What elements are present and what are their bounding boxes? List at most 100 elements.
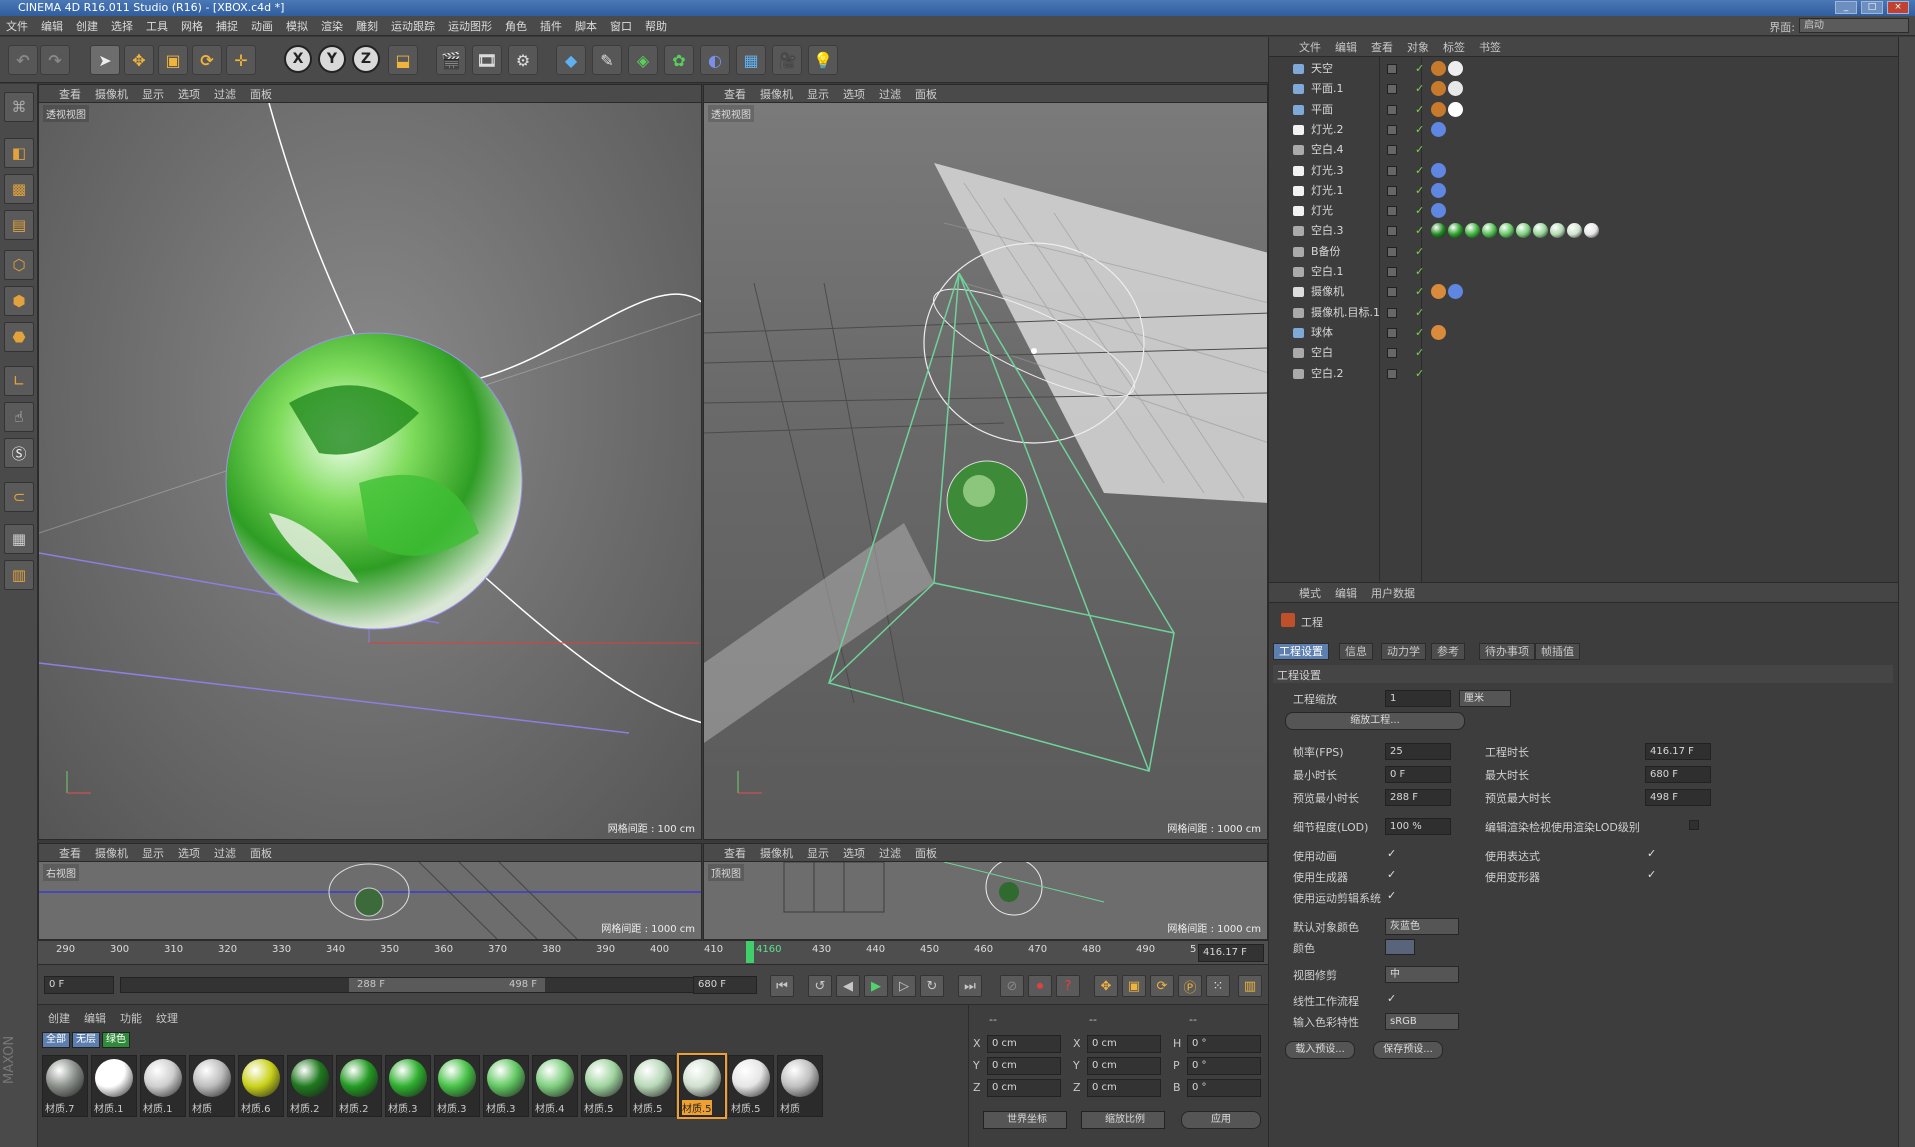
linear-workflow-checkbox[interactable]: ✓ — [1387, 992, 1396, 1005]
tag-icon[interactable] — [1431, 81, 1446, 97]
key-position-icon[interactable]: ✥ — [1094, 975, 1118, 997]
menu-render[interactable]: 渲染 — [321, 18, 343, 34]
object-enabled-check[interactable]: ✓ — [1415, 161, 1424, 181]
object-enabled-check[interactable]: ✓ — [1415, 59, 1424, 79]
object-name[interactable]: 空白.3 — [1311, 221, 1344, 241]
vp-menu-camera[interactable]: 摄像机 — [95, 86, 128, 102]
duration-field[interactable]: 416.17 F — [1645, 743, 1711, 760]
floor-icon[interactable]: ▦ — [736, 45, 766, 75]
viewport-perspective-left[interactable]: 查看 摄像机 显示 选项 过滤 面板 透视视图 网格间距: 100 cm — [38, 84, 702, 840]
layer-visibility-icon[interactable] — [1387, 185, 1397, 196]
coord-mode-select[interactable]: 世界坐标 — [983, 1111, 1067, 1129]
object-row[interactable]: 球体 ✓ — [1273, 323, 1893, 343]
vp-menu-view[interactable]: 查看 — [59, 86, 81, 102]
use-mograph-checkbox[interactable]: ✓ — [1387, 889, 1396, 902]
object-name[interactable]: 天空 — [1311, 59, 1333, 79]
object-enabled-check[interactable]: ✓ — [1415, 181, 1424, 201]
layer-visibility-icon[interactable] — [1387, 104, 1397, 115]
tag-icon[interactable] — [1431, 182, 1446, 198]
tag-icon[interactable] — [1431, 121, 1446, 137]
object-name[interactable]: 灯光.1 — [1311, 181, 1344, 201]
coord-value-field[interactable]: 0 cm — [1087, 1079, 1161, 1097]
layer-visibility-icon[interactable] — [1387, 246, 1397, 257]
move-icon[interactable]: ✥ — [124, 45, 154, 75]
key-rotation-icon[interactable]: ⟳ — [1150, 975, 1174, 997]
tag-icon[interactable] — [1431, 324, 1446, 340]
key-param-icon[interactable]: Ⓟ — [1178, 975, 1202, 997]
autokey-off-icon[interactable]: ⊘ — [1000, 975, 1024, 997]
object-enabled-check[interactable]: ✓ — [1415, 140, 1424, 160]
timeline-ruler[interactable]: 290 300 310 320 330 340 350 360 370 380 … — [38, 940, 1268, 964]
apply-button[interactable]: 应用 — [1181, 1111, 1261, 1129]
right-side-tab-strip[interactable] — [1898, 37, 1915, 1147]
preview-range-slider[interactable]: 288 F 498 F — [349, 978, 545, 992]
material-swatch[interactable]: 材质.2 — [336, 1055, 382, 1117]
material-tag-icon[interactable] — [1499, 223, 1514, 239]
vp-menu-options[interactable]: 选项 — [178, 845, 200, 861]
snap-icon[interactable]: Ⓢ — [4, 438, 34, 468]
lod-field[interactable]: 100 % — [1385, 818, 1451, 835]
use-deformers-checkbox[interactable]: ✓ — [1647, 868, 1656, 881]
object-enabled-check[interactable]: ✓ — [1415, 262, 1424, 282]
tag-icon[interactable] — [1431, 162, 1446, 178]
tag-icon[interactable] — [1448, 61, 1463, 76]
redo-icon[interactable]: ↷ — [40, 45, 70, 75]
am-menu-edit[interactable]: 编辑 — [1335, 585, 1357, 601]
material-swatch[interactable]: 材质.5 — [728, 1055, 774, 1117]
preview-max-field[interactable]: 498 F — [1645, 789, 1711, 806]
vp-menu-display[interactable]: 显示 — [807, 845, 829, 861]
planar-workplane-icon[interactable]: ▥ — [4, 560, 34, 590]
object-name[interactable]: 灯光.2 — [1311, 120, 1344, 140]
rotate-icon[interactable]: ⟳ — [192, 45, 222, 75]
material-swatch[interactable]: 材质.5 — [677, 1053, 727, 1119]
vp-menu-filter[interactable]: 过滤 — [879, 845, 901, 861]
layer-visibility-icon[interactable] — [1387, 226, 1397, 237]
layer-visibility-icon[interactable] — [1387, 124, 1397, 135]
object-row[interactable]: 平面 ✓ — [1273, 100, 1893, 120]
scale-icon[interactable]: ▣ — [158, 45, 188, 75]
coord-value-field[interactable]: 0 cm — [987, 1079, 1061, 1097]
material-tag-icon[interactable] — [1533, 223, 1548, 239]
object-row[interactable]: 平面.1 ✓ — [1273, 79, 1893, 99]
tab-project-settings[interactable]: 工程设置 — [1273, 643, 1329, 660]
use-animation-checkbox[interactable]: ✓ — [1387, 847, 1396, 860]
material-swatch[interactable]: 材质.5 — [630, 1055, 676, 1117]
render-settings-icon[interactable]: ⚙ — [508, 45, 538, 75]
om-menu-file[interactable]: 文件 — [1299, 39, 1321, 55]
model-mode-icon[interactable]: ◧ — [4, 138, 34, 168]
tab-reference[interactable]: 参考 — [1431, 643, 1465, 660]
fps-field[interactable]: 25 — [1385, 743, 1451, 760]
layer-visibility-icon[interactable] — [1387, 327, 1397, 338]
menu-tools[interactable]: 工具 — [146, 18, 168, 34]
scale-field[interactable]: 1 — [1385, 690, 1451, 707]
default-color-select[interactable]: 灰蓝色 — [1385, 918, 1459, 935]
object-row[interactable]: 灯光.1 ✓ — [1273, 181, 1893, 201]
menu-select[interactable]: 选择 — [111, 18, 133, 34]
key-pla-icon[interactable]: ⁙ — [1206, 975, 1230, 997]
subdivision-icon[interactable]: ◈ — [628, 45, 658, 75]
timeline-window-icon[interactable]: ▥ — [1238, 975, 1262, 997]
object-enabled-check[interactable]: ✓ — [1415, 364, 1424, 384]
tab-todo[interactable]: 待办事项 — [1479, 643, 1535, 660]
texture-mode-icon[interactable]: ▩ — [4, 174, 34, 204]
vp-menu-camera[interactable]: 摄像机 — [760, 86, 793, 102]
tag-icon[interactable] — [1448, 284, 1463, 300]
vp-menu-view[interactable]: 查看 — [59, 845, 81, 861]
menu-mograph[interactable]: 运动图形 — [448, 18, 492, 34]
object-row[interactable]: 空白.4 ✓ — [1273, 140, 1893, 160]
goto-start-icon[interactable]: ⏮ — [770, 975, 794, 997]
input-profile-select[interactable]: sRGB — [1385, 1013, 1459, 1030]
layer-visibility-icon[interactable] — [1387, 64, 1397, 74]
coord-value-field[interactable]: 0 ° — [1187, 1057, 1261, 1075]
layer-visibility-icon[interactable] — [1387, 267, 1397, 277]
object-name[interactable]: 平面 — [1311, 100, 1333, 120]
object-enabled-check[interactable]: ✓ — [1415, 100, 1424, 120]
object-name[interactable]: 空白.2 — [1311, 364, 1344, 384]
mat-menu-texture[interactable]: 纹理 — [156, 1010, 178, 1026]
menu-sculpt[interactable]: 雕刻 — [356, 18, 378, 34]
vp-menu-display[interactable]: 显示 — [142, 845, 164, 861]
use-generators-checkbox[interactable]: ✓ — [1387, 868, 1396, 881]
mat-menu-edit[interactable]: 编辑 — [84, 1010, 106, 1026]
goto-end-icon[interactable]: ⏭ — [958, 975, 982, 997]
tab-info[interactable]: 信息 — [1339, 643, 1373, 660]
